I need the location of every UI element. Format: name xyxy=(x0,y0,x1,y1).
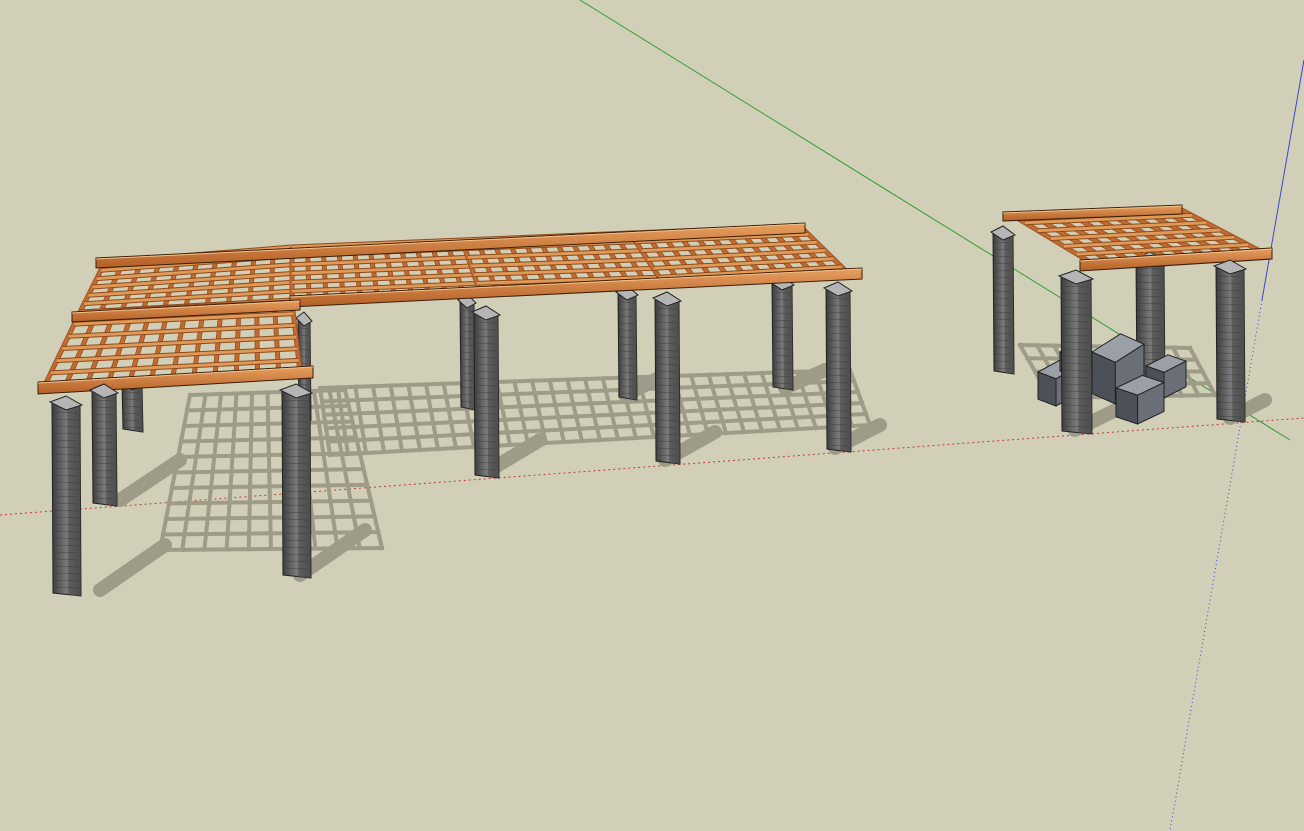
post-front-5[interactable] xyxy=(651,291,683,465)
post-front-2[interactable] xyxy=(88,383,120,507)
post-back-3[interactable] xyxy=(615,285,639,401)
post-side xyxy=(668,300,680,464)
scene-canvas[interactable] xyxy=(0,0,1304,831)
post-side xyxy=(839,290,851,452)
shadow-grid-front-v xyxy=(160,530,381,537)
shadow-grid-front-v xyxy=(163,514,377,522)
post-side xyxy=(133,384,143,432)
post-back-4[interactable] xyxy=(769,275,795,391)
post-front-8[interactable] xyxy=(1212,259,1248,423)
post-front-1[interactable] xyxy=(48,395,84,597)
post-back-6[interactable] xyxy=(990,225,1016,375)
post-front-3[interactable] xyxy=(278,383,314,579)
post-front-4[interactable] xyxy=(470,305,502,479)
sketchup-3d-viewport[interactable] xyxy=(0,0,1304,831)
post-front-7[interactable] xyxy=(1057,269,1095,435)
post-front-6[interactable] xyxy=(822,281,854,453)
post-side xyxy=(1077,278,1092,434)
post-side xyxy=(1004,234,1014,374)
post-side xyxy=(487,314,499,478)
post-side xyxy=(105,392,117,506)
